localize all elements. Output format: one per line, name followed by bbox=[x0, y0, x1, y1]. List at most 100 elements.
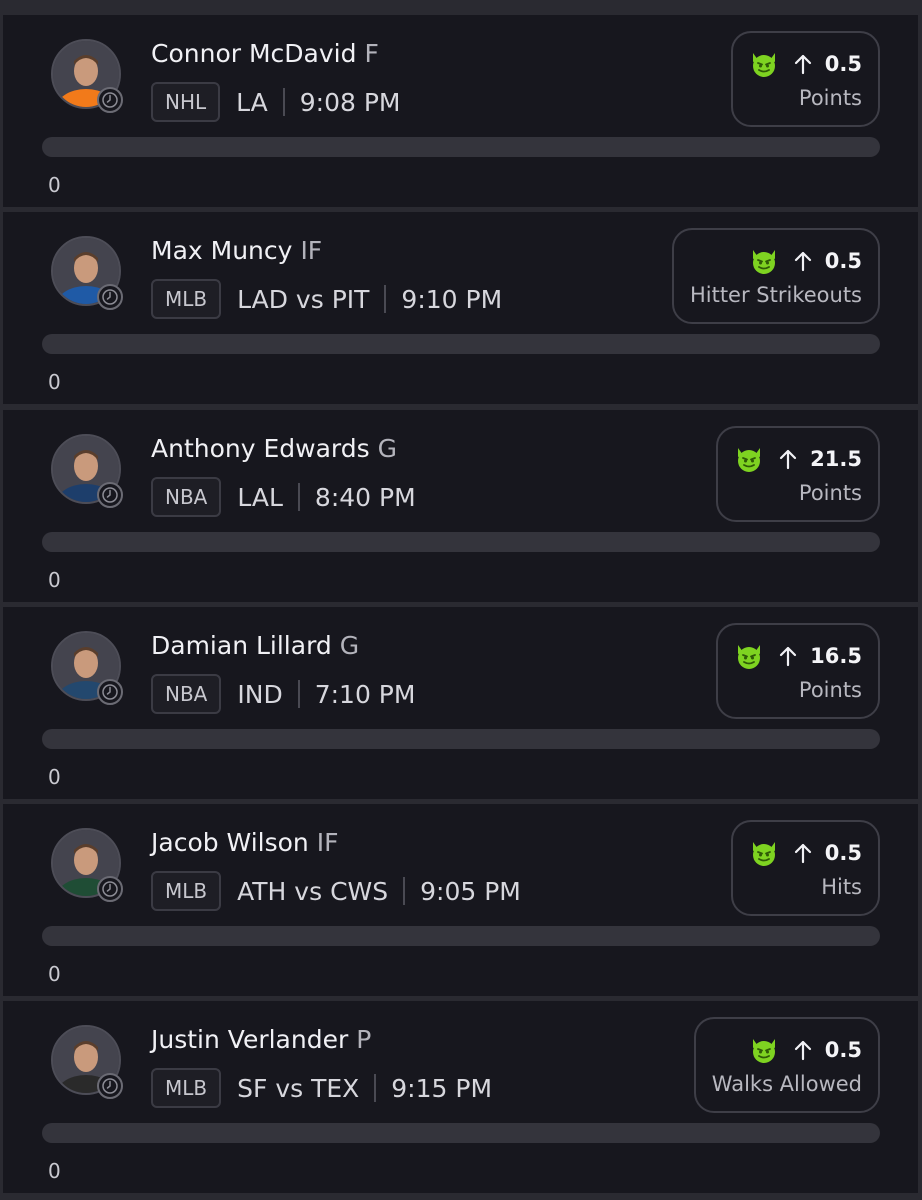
player-position: F bbox=[364, 39, 379, 68]
game-info: NHL LA 9:08 PM bbox=[151, 81, 401, 123]
stat-type: Walks Allowed bbox=[711, 1072, 862, 1096]
player-name-row: Connor McDavid F bbox=[151, 37, 379, 71]
game-time: 7:10 PM bbox=[314, 679, 416, 709]
arrow-up-icon bbox=[794, 1040, 811, 1061]
player-name: Jacob Wilson bbox=[151, 828, 309, 857]
projection-line: 21.5 bbox=[734, 443, 862, 475]
league-badge: MLB bbox=[151, 279, 222, 319]
pick-card[interactable]: Damian Lillard G NBA IND 7:10 PM 16.5 Po… bbox=[3, 607, 918, 799]
player-name-row: Anthony Edwards G bbox=[151, 432, 397, 466]
projection-value: 16.5 bbox=[810, 644, 862, 668]
matchup: LAL bbox=[237, 482, 283, 512]
matchup: SF vs TEX bbox=[237, 1073, 360, 1103]
player-name-row: Justin Verlander P bbox=[151, 1023, 371, 1057]
projection-button[interactable]: 21.5 Points bbox=[716, 426, 880, 522]
projection-line: 0.5 bbox=[749, 245, 862, 277]
progress-value: 0 bbox=[48, 1159, 61, 1183]
divider bbox=[374, 1074, 377, 1102]
league-badge: NHL bbox=[151, 82, 221, 122]
stat-type: Points bbox=[798, 86, 862, 110]
projection-value: 0.5 bbox=[824, 1038, 862, 1062]
arrow-up-icon bbox=[794, 54, 811, 75]
game-info: MLB SF vs TEX 9:15 PM bbox=[151, 1067, 492, 1109]
devil-emoji-icon bbox=[752, 53, 775, 77]
league-badge: MLB bbox=[151, 1068, 222, 1108]
devil-emoji-icon bbox=[738, 448, 761, 472]
divider bbox=[384, 285, 387, 313]
clock-icon bbox=[97, 87, 123, 113]
player-name: Anthony Edwards bbox=[151, 434, 370, 463]
player-avatar bbox=[51, 39, 125, 113]
devil-emoji-icon bbox=[752, 250, 775, 274]
divider bbox=[282, 88, 285, 116]
league-badge: MLB bbox=[151, 871, 222, 911]
pick-card[interactable]: Jacob Wilson IF MLB ATH vs CWS 9:05 PM 0… bbox=[3, 804, 918, 996]
pick-card[interactable]: Anthony Edwards G NBA LAL 8:40 PM 21.5 P… bbox=[3, 410, 918, 602]
projection-value: 0.5 bbox=[824, 249, 862, 273]
clock-icon bbox=[97, 1073, 123, 1099]
stat-type: Points bbox=[798, 481, 862, 505]
pick-card[interactable]: Connor McDavid F NHL LA 9:08 PM 0.5 Poin… bbox=[3, 15, 918, 207]
projection-line: 16.5 bbox=[734, 640, 862, 672]
projection-value: 0.5 bbox=[824, 52, 862, 76]
progress-value: 0 bbox=[48, 173, 61, 197]
player-avatar bbox=[51, 631, 125, 705]
player-position: G bbox=[339, 631, 360, 660]
progress-bar bbox=[42, 1123, 880, 1143]
stat-type: Hitter Strikeouts bbox=[689, 283, 862, 307]
divider bbox=[297, 680, 300, 708]
clock-icon bbox=[97, 876, 123, 902]
game-time: 9:15 PM bbox=[391, 1073, 493, 1103]
arrow-up-icon bbox=[794, 843, 811, 864]
player-avatar bbox=[51, 236, 125, 310]
matchup: IND bbox=[237, 679, 283, 709]
player-name-row: Damian Lillard G bbox=[151, 629, 359, 663]
player-name: Connor McDavid bbox=[151, 39, 357, 68]
player-avatar bbox=[51, 828, 125, 902]
game-time: 9:10 PM bbox=[401, 284, 503, 314]
projection-value: 21.5 bbox=[810, 447, 862, 471]
projection-button[interactable]: 0.5 Hits bbox=[730, 820, 880, 916]
clock-icon bbox=[97, 679, 123, 705]
projection-line: 0.5 bbox=[749, 1034, 862, 1066]
progress-value: 0 bbox=[48, 568, 61, 592]
game-time: 9:08 PM bbox=[299, 87, 401, 117]
stat-type: Points bbox=[798, 678, 862, 702]
progress-value: 0 bbox=[48, 765, 61, 789]
devil-emoji-icon bbox=[752, 1039, 775, 1063]
matchup: ATH vs CWS bbox=[237, 876, 389, 906]
game-info: NBA IND 7:10 PM bbox=[151, 673, 415, 715]
player-position: P bbox=[356, 1025, 372, 1054]
projection-button[interactable]: 0.5 Points bbox=[730, 31, 880, 127]
clock-icon bbox=[97, 482, 123, 508]
projection-line: 0.5 bbox=[749, 48, 862, 80]
player-position: G bbox=[377, 434, 398, 463]
progress-bar bbox=[42, 532, 880, 552]
progress-value: 0 bbox=[48, 370, 61, 394]
arrow-up-icon bbox=[780, 449, 797, 470]
player-name-row: Max Muncy IF bbox=[151, 234, 322, 268]
player-name: Justin Verlander bbox=[151, 1025, 349, 1054]
pick-card[interactable]: Justin VerlanderP MLB SF vs TEX 9:15 PM bbox=[3, 1001, 918, 1193]
picks-list: Connor McDavid F NHL LA 9:08 PM 0.5 Poin… bbox=[0, 0, 922, 1200]
projection-button[interactable]: 0.5 Walks Allowed bbox=[693, 1017, 880, 1113]
arrow-up-icon bbox=[794, 251, 811, 272]
game-time: 8:40 PM bbox=[314, 482, 416, 512]
player-avatar bbox=[51, 1025, 125, 1099]
player-name: Damian Lillard bbox=[151, 631, 332, 660]
player-position: IF bbox=[300, 236, 323, 265]
projection-button[interactable]: 0.5 Hitter Strikeouts bbox=[671, 228, 880, 324]
progress-bar bbox=[42, 137, 880, 157]
projection-value: 0.5 bbox=[824, 841, 862, 865]
arrow-up-icon bbox=[780, 646, 797, 667]
matchup: LA bbox=[236, 87, 268, 117]
player-position: IF bbox=[316, 828, 339, 857]
projection-button[interactable]: 16.5 Points bbox=[716, 623, 880, 719]
game-info: NBA LAL 8:40 PM bbox=[151, 476, 416, 518]
progress-value: 0 bbox=[48, 962, 61, 986]
pick-card[interactable]: Max Muncy IF MLB LAD vs PIT 9:10 PM 0.5 … bbox=[3, 212, 918, 404]
progress-bar bbox=[42, 334, 880, 354]
devil-emoji-icon bbox=[752, 842, 775, 866]
devil-emoji-icon bbox=[738, 645, 761, 669]
projection-line: 0.5 bbox=[749, 837, 862, 869]
